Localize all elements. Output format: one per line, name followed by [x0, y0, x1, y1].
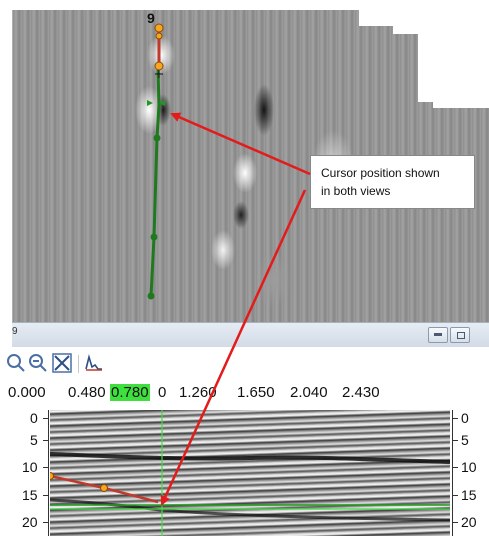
- right-depth-axis: [452, 410, 453, 536]
- section-overlay: [50, 410, 450, 536]
- cursor-value-label: 0.780: [110, 384, 150, 401]
- depth-tick: [43, 522, 48, 523]
- left-depth-axis: [48, 410, 49, 536]
- axis-tick-label: 1.260: [179, 384, 217, 401]
- minimize-icon: [434, 333, 442, 336]
- axis-tick-label: 0: [158, 384, 167, 401]
- depth-tick: [43, 495, 48, 496]
- pick-marker[interactable]: [154, 61, 164, 71]
- annotation-line-2: in both views: [321, 184, 391, 198]
- right-depth-label: 5: [461, 432, 469, 448]
- horizon-pick-marker[interactable]: [50, 472, 54, 480]
- right-depth-label: 10: [461, 459, 477, 475]
- seismic-section[interactable]: [50, 410, 450, 536]
- horizon-pick-marker[interactable]: [100, 484, 108, 492]
- axis-tick-label: 2.040: [290, 384, 328, 401]
- horizontal-axis: 0.000 0.480 0.780 0 1.260 1.650 2.040 2.…: [8, 382, 489, 406]
- axis-tick-label: 2.430: [342, 384, 380, 401]
- minimize-button[interactable]: [428, 327, 448, 343]
- depth-tick: [453, 467, 458, 468]
- left-depth-label: 5: [30, 432, 38, 448]
- left-depth-label: 0: [30, 410, 38, 426]
- restore-button[interactable]: [450, 327, 470, 343]
- depth-tick: [43, 440, 48, 441]
- restore-icon: [457, 332, 465, 339]
- depth-tick: [453, 418, 458, 419]
- panel-title: 9: [12, 326, 18, 337]
- right-depth-label: 20: [461, 514, 477, 530]
- right-depth-label: 0: [461, 410, 469, 426]
- annotation-callout: Cursor position shown in both views: [310, 155, 475, 209]
- trace-number-label: 9: [147, 10, 155, 26]
- depth-tick: [453, 440, 458, 441]
- toolbar-divider: [78, 355, 79, 373]
- cursor-crosshair-icon: [155, 70, 163, 78]
- cursor-marker-icon: [147, 100, 165, 106]
- zoom-out-icon[interactable]: [28, 353, 48, 373]
- fit-extent-icon[interactable]: [52, 353, 72, 373]
- section-view[interactable]: 0 5 10 15 20 0 5 10 15 20: [12, 408, 489, 536]
- pick-marker[interactable]: [154, 23, 164, 33]
- well-trace-line: [149, 69, 161, 297]
- depth-tick: [453, 522, 458, 523]
- trace-node[interactable]: [153, 134, 161, 142]
- right-depth-label: 15: [461, 487, 477, 503]
- trace-node[interactable]: [147, 292, 155, 300]
- axis-tick-label: 0.000: [8, 384, 46, 401]
- axis-tick-label: 1.650: [237, 384, 275, 401]
- left-depth-label: 15: [22, 487, 38, 503]
- depth-tick: [453, 495, 458, 496]
- annotation-line-1: Cursor position shown: [321, 166, 440, 180]
- depth-tick: [43, 467, 48, 468]
- trace-node[interactable]: [150, 233, 158, 241]
- pick-marker[interactable]: [155, 32, 163, 40]
- left-depth-label: 20: [22, 514, 38, 530]
- panel-title-bar[interactable]: 9: [12, 322, 489, 348]
- depth-tick: [43, 418, 48, 419]
- left-depth-label: 10: [22, 459, 38, 475]
- wavelet-icon[interactable]: [84, 353, 104, 373]
- section-toolbar: [7, 347, 489, 377]
- zoom-in-icon[interactable]: [6, 353, 26, 373]
- axis-tick-label: 0.480: [68, 384, 106, 401]
